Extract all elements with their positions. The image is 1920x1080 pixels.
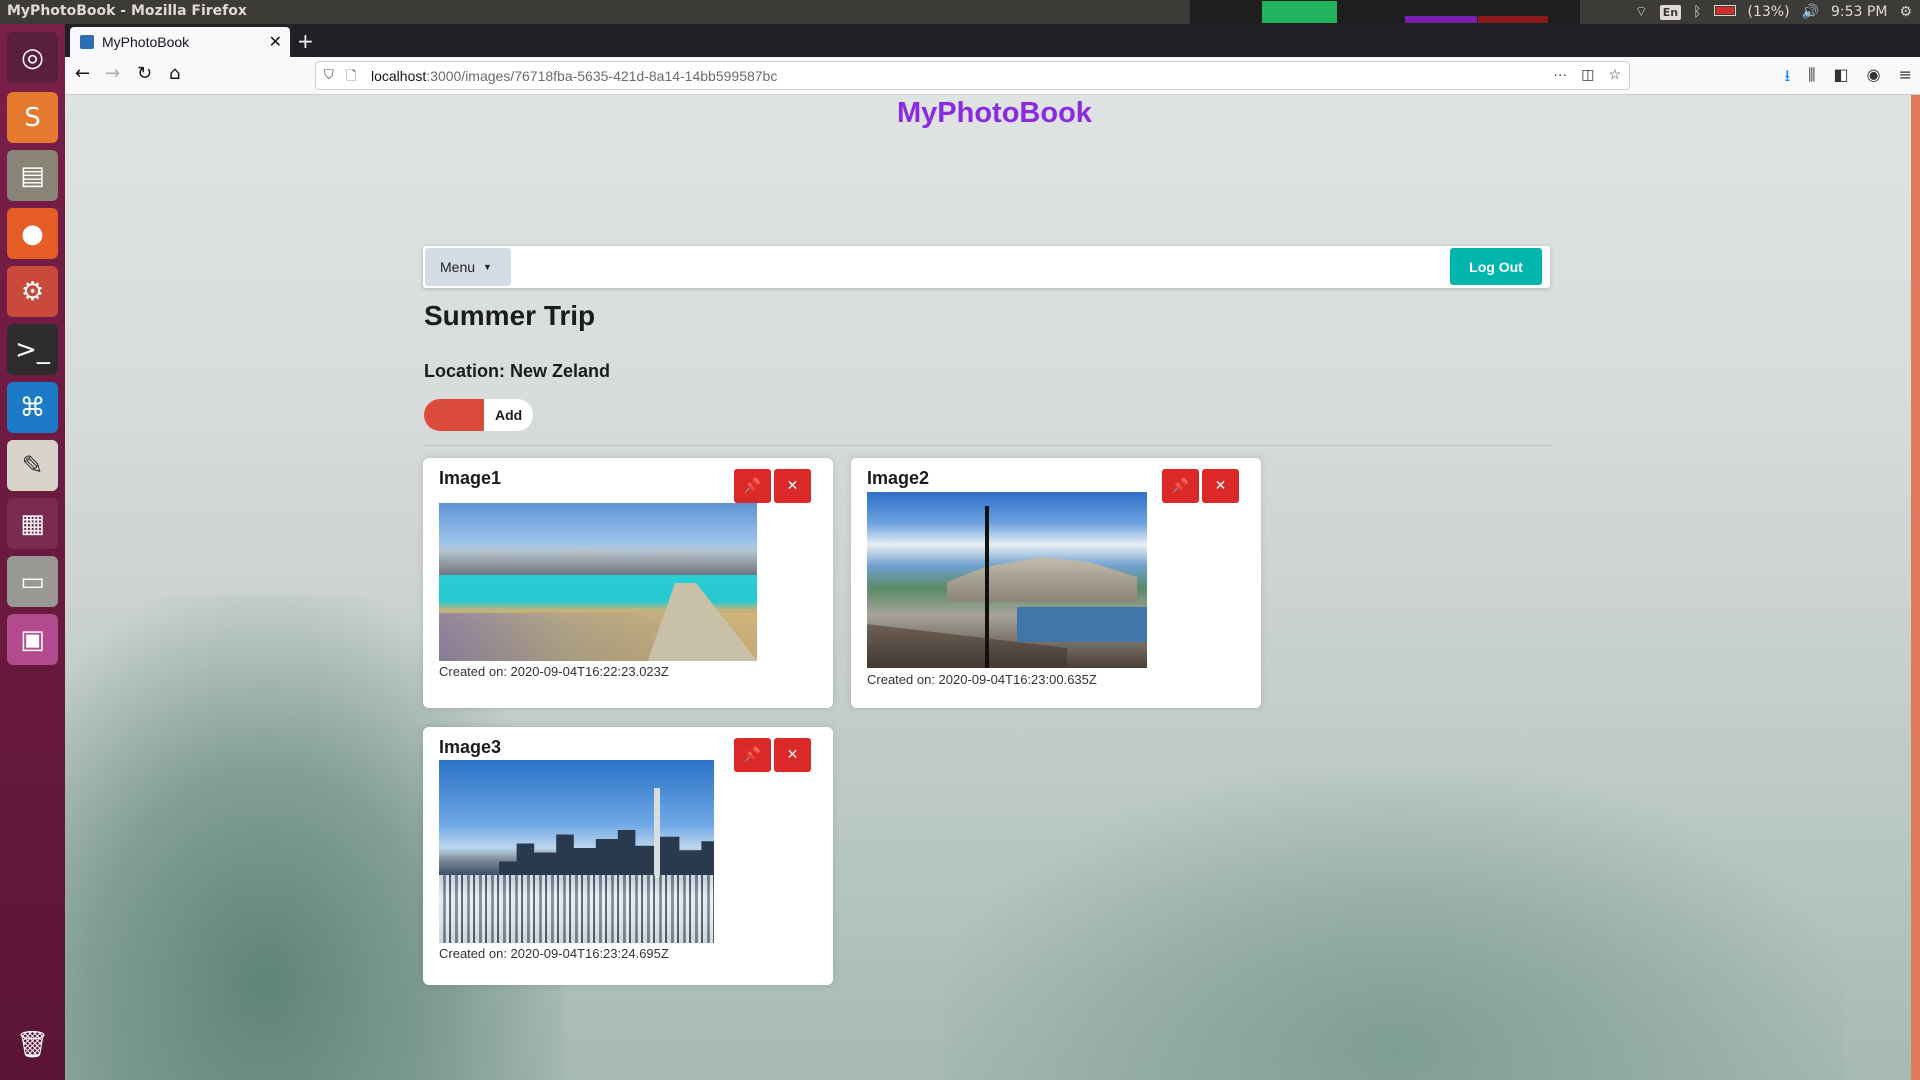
battery-icon[interactable] (1713, 4, 1736, 20)
reload-icon[interactable]: ↻ (137, 63, 152, 84)
vscode-icon[interactable]: ⌘ (7, 382, 58, 433)
close-tab-icon[interactable]: ✕ (269, 32, 282, 52)
tracking-shield-icon[interactable]: ⛉ (324, 67, 334, 83)
sublime-icon[interactable]: S (7, 92, 58, 143)
created-timestamp: Created on: 2020-09-04T16:23:00.635Z (867, 672, 1097, 687)
settings-icon[interactable]: ⚙ (7, 266, 58, 317)
image-thumbnail[interactable] (439, 760, 714, 943)
image-card: Image3 📌 ✕ Created on: 2020-09-04T16:23:… (423, 727, 833, 985)
pocket-icon[interactable]: ◫ (1581, 66, 1594, 83)
add-toggle-label: Add (495, 407, 523, 423)
pin-button[interactable]: 📌 (734, 469, 771, 503)
forward-icon[interactable]: → (105, 63, 120, 84)
close-icon: ✕ (786, 747, 799, 763)
disk-icon[interactable]: ▭ (7, 556, 58, 607)
page-content: MyPhotoBook Menu ▼ Log Out Summer Trip L… (65, 95, 1920, 1080)
trash-icon[interactable]: 🗑 (7, 1019, 58, 1070)
created-timestamp: Created on: 2020-09-04T16:23:24.695Z (439, 946, 669, 961)
download-icon[interactable]: ⭳ (1785, 65, 1791, 92)
keyboard-layout-indicator[interactable]: En (1659, 4, 1682, 20)
close-icon: ✕ (786, 478, 799, 494)
clock[interactable]: 9:53 PM (1831, 4, 1887, 20)
gear-icon[interactable]: ⚙ (1899, 4, 1912, 20)
pin-icon: 📌 (743, 478, 762, 494)
divider (424, 445, 1551, 446)
software-icon[interactable]: ▣ (7, 614, 58, 665)
battery-percent: (13%) (1747, 4, 1790, 20)
more-actions-icon[interactable]: ··· (1553, 66, 1567, 83)
image-name: Image2 (867, 468, 930, 488)
system-monitor-graph[interactable] (1190, 0, 1580, 24)
sidebar-icon[interactable]: ◧ (1834, 65, 1849, 92)
delete-button[interactable]: ✕ (774, 469, 811, 503)
text-editor-icon[interactable]: ✎ (7, 440, 58, 491)
back-icon[interactable]: ← (75, 63, 90, 84)
image-card: Image1 📌 ✕ Created on: 2020-09-04T16:22:… (423, 458, 833, 708)
wifi-icon[interactable]: ⌔ (1635, 3, 1648, 21)
bluetooth-icon[interactable]: ᛒ (1693, 4, 1701, 20)
top-menu-bar: Menu ▼ Log Out (423, 246, 1550, 288)
window-title: MyPhotoBook - Mozilla Firefox (7, 3, 247, 19)
url-text[interactable]: localhost:3000/images/76718fba-5635-421d… (371, 68, 777, 84)
delete-button[interactable]: ✕ (774, 738, 811, 772)
system-tray: ⌔ En ᛒ (13%) 🔊 9:53 PM ⚙ (1635, 0, 1920, 24)
image-name: Image1 (439, 468, 502, 488)
ubuntu-icon[interactable]: ◎ (7, 32, 58, 83)
pin-icon: 📌 (1171, 478, 1190, 494)
created-timestamp: Created on: 2020-09-04T16:22:23.023Z (439, 664, 669, 679)
tab-myphotobook[interactable]: MyPhotoBook ✕ (70, 27, 290, 57)
caret-down-icon: ▼ (483, 262, 492, 272)
add-toggle[interactable]: Add (424, 399, 533, 431)
firefox-icon[interactable]: ● (7, 208, 58, 259)
pin-button[interactable]: 📌 (734, 738, 771, 772)
hamburger-menu-icon[interactable]: ≡ (1899, 65, 1912, 92)
volume-icon[interactable]: 🔊 (1802, 4, 1819, 20)
logout-button[interactable]: Log Out (1450, 248, 1542, 285)
navigation-bar: ← → ↻ ⌂ ⛉ 🗋 localhost:3000/images/76718f… (65, 57, 1920, 95)
pin-button[interactable]: 📌 (1162, 469, 1199, 503)
url-bar[interactable]: ⛉ 🗋 localhost:3000/images/76718fba-5635-… (315, 61, 1630, 90)
library-icon[interactable]: ⫼ (1808, 65, 1815, 92)
workspace-icon[interactable]: ▦ (7, 498, 58, 549)
image-card: Image2 📌 ✕ Created on: 2020-09-04T16:23:… (851, 458, 1261, 708)
files-icon[interactable]: ▤ (7, 150, 58, 201)
bookmark-star-icon[interactable]: ☆ (1608, 66, 1621, 83)
tab-strip: MyPhotoBook ✕ + (65, 24, 1920, 57)
menu-dropdown[interactable]: Menu ▼ (425, 248, 511, 286)
close-icon: ✕ (1214, 478, 1227, 494)
image-thumbnail[interactable] (439, 503, 757, 661)
system-top-bar: MyPhotoBook - Mozilla Firefox ⌔ En ᛒ (13… (0, 0, 1920, 24)
launcher-dock: ◎ S ▤ ● ⚙ >_ ⌘ ✎ ▦ ▭ ▣ 🗑 (0, 24, 65, 1080)
pin-icon: 📌 (743, 747, 762, 763)
page-info-icon[interactable]: 🗋 (346, 67, 356, 89)
home-icon[interactable]: ⌂ (169, 63, 180, 84)
delete-button[interactable]: ✕ (1202, 469, 1239, 503)
new-tab-icon[interactable]: + (297, 29, 314, 53)
album-location: Location: New Zeland (424, 361, 611, 381)
image-name: Image3 (439, 737, 502, 757)
album-title: Summer Trip (424, 300, 596, 331)
terminal-icon[interactable]: >_ (7, 324, 58, 375)
tab-title: MyPhotoBook (102, 34, 190, 50)
favicon-icon (80, 35, 94, 49)
app-title: MyPhotoBook (897, 97, 1092, 129)
image-thumbnail[interactable] (867, 492, 1147, 668)
account-icon[interactable]: ◉ (1867, 65, 1881, 92)
